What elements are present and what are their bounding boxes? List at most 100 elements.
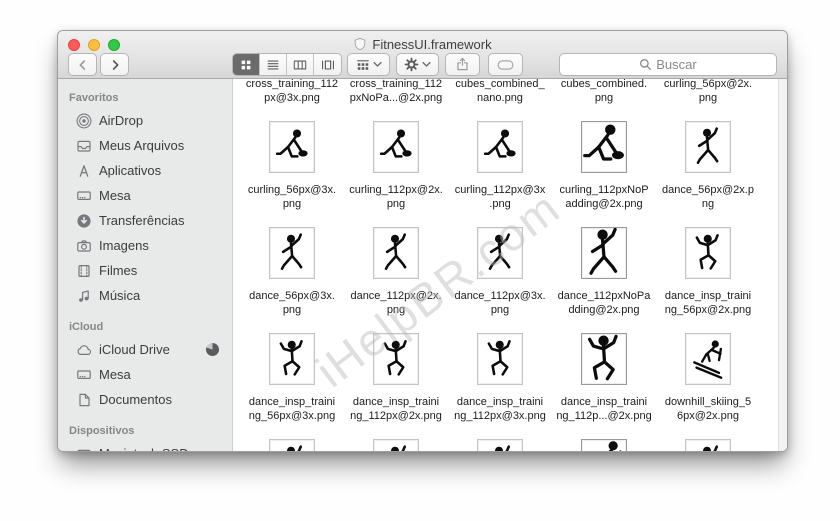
dance-icon <box>276 233 309 273</box>
sidebar-item-label: Transferências <box>99 213 185 228</box>
sidebar-item-transferencias[interactable]: Transferências <box>58 208 232 233</box>
sidebar-item-filmes[interactable]: Filmes <box>58 258 232 283</box>
all-my-files-icon <box>75 137 92 154</box>
chevron-right-icon <box>107 57 123 73</box>
finder-window: FitnessUI.framework Buscar <box>57 30 788 452</box>
search-input[interactable]: Buscar <box>559 53 777 76</box>
file-item[interactable] <box>240 439 344 451</box>
desktop-icon <box>75 187 92 204</box>
file-thumbnail <box>477 333 523 385</box>
file-item[interactable]: dance_56px@3x.png <box>240 227 344 333</box>
list-view-icon <box>266 58 280 72</box>
files-viewport: cross_training_112px@3x.pngcross_trainin… <box>234 79 778 451</box>
search-placeholder: Buscar <box>656 57 696 72</box>
forward-button[interactable] <box>100 53 129 76</box>
sidebar-item-imagens[interactable]: Imagens <box>58 233 232 258</box>
icloud-icon <box>75 341 92 358</box>
sidebar-section-title-dispositivos: Dispositivos <box>58 412 232 441</box>
file-item[interactable]: dance_112pxNoPadding@2x.png <box>552 227 656 333</box>
file-item[interactable]: dance_insp_training_56px@2x.png <box>656 227 760 333</box>
sidebar-item-macintosh-ssd[interactable]: Macintosh SSD <box>58 441 232 451</box>
sidebar-item-icloud-drive[interactable]: iCloud Drive <box>58 337 232 362</box>
group-icon <box>356 58 370 72</box>
coverflow-view-icon <box>321 58 335 72</box>
file-name: curling_112pxNoPadding@2x.png <box>559 183 648 211</box>
view-columns-button[interactable] <box>287 54 314 75</box>
sidebar-section-title-icloud: iCloud <box>58 308 232 337</box>
back-button[interactable] <box>68 53 97 76</box>
file-item[interactable]: curling_56px@3x.png <box>240 121 344 227</box>
sidebar-item-label: Aplicativos <box>99 163 161 178</box>
folder-proxy-icon <box>353 37 367 51</box>
sidebar-item-aplicativos[interactable]: Aplicativos <box>58 158 232 183</box>
file-item[interactable]: dance_112px@3x.png <box>448 227 552 333</box>
group-button[interactable] <box>347 53 390 76</box>
airdrop-icon <box>75 112 92 129</box>
file-item[interactable]: dance_insp_training_112px@2x.png <box>344 333 448 439</box>
skiing-icon <box>692 339 725 379</box>
dance-icon <box>692 127 725 167</box>
curling-icon <box>583 122 626 172</box>
view-grid-button[interactable] <box>233 54 260 75</box>
file-name: dance_56px@3x.png <box>249 289 335 317</box>
file-item[interactable]: dance_56px@2x.png <box>656 121 760 227</box>
file-thumbnail <box>477 439 523 451</box>
file-name: dance_insp_training_112px@2x.png <box>350 395 442 423</box>
file-item[interactable] <box>656 439 760 451</box>
file-item[interactable]: dance_insp_training_56px@3x.png <box>240 333 344 439</box>
chevron-down-icon <box>373 61 382 68</box>
file-thumbnail <box>685 121 731 173</box>
view-list-button[interactable] <box>260 54 287 75</box>
tag-icon <box>497 59 514 71</box>
sidebar-item-mesa[interactable]: Mesa <box>58 183 232 208</box>
file-name: curling_56px@3x.png <box>248 183 336 211</box>
file-item[interactable]: cubes_combined_nano.png <box>448 79 552 121</box>
file-item[interactable]: downhill_skiing_56px@2x.png <box>656 333 760 439</box>
file-item[interactable] <box>344 439 448 451</box>
file-name: dance_insp_training_112px@3x.png <box>454 395 546 423</box>
file-item[interactable]: dance_112px@2x.png <box>344 227 448 333</box>
sidebar-item-musica[interactable]: Música <box>58 283 232 308</box>
window-title: FitnessUI.framework <box>372 37 491 52</box>
file-item[interactable]: curling_112px@2x.png <box>344 121 448 227</box>
sidebar-item-label: Meus Arquivos <box>99 138 184 153</box>
dance-icon <box>692 445 725 451</box>
share-icon <box>455 57 470 72</box>
share-button[interactable] <box>445 53 480 76</box>
file-name: dance_112px@2x.png <box>350 289 441 317</box>
file-item[interactable]: curling_112px@3x.png <box>448 121 552 227</box>
file-item[interactable]: curling_56px@2x.png <box>656 79 760 121</box>
file-name: cubes_combined_nano.png <box>455 79 544 105</box>
file-item[interactable] <box>448 439 552 451</box>
skiing-icon <box>583 440 626 451</box>
file-item[interactable]: dance_insp_training_112px@3x.png <box>448 333 552 439</box>
file-name: curling_112px@2x.png <box>349 183 443 211</box>
file-thumbnail <box>581 121 627 173</box>
vertical-scrollbar[interactable] <box>778 79 787 451</box>
file-item[interactable]: curling_112pxNoPadding@2x.png <box>552 121 656 227</box>
view-coverflow-button[interactable] <box>314 54 341 75</box>
sidebar-item-label: Imagens <box>99 238 149 253</box>
sidebar-item-mesa[interactable]: Mesa <box>58 362 232 387</box>
sidebar-item-label: Mesa <box>99 188 131 203</box>
grid-view-icon <box>239 58 253 72</box>
file-item[interactable] <box>552 439 656 451</box>
file-thumbnail <box>373 227 419 279</box>
file-item[interactable]: cross_training_112px@3x.png <box>240 79 344 121</box>
file-name: cubes_combined.png <box>561 79 647 105</box>
sidebar-item-documentos[interactable]: Documentos <box>58 387 232 412</box>
file-item[interactable]: cubes_combined.png <box>552 79 656 121</box>
file-row: cross_training_112px@3x.pngcross_trainin… <box>240 79 760 121</box>
music-icon <box>75 287 92 304</box>
tag-button[interactable] <box>488 53 523 76</box>
file-name: dance_insp_training_56px@3x.png <box>249 395 335 423</box>
action-menu-button[interactable] <box>396 53 439 76</box>
file-item[interactable]: dance_insp_training_112p...@2x.png <box>552 333 656 439</box>
dance-training-icon <box>484 339 517 379</box>
documents-icon <box>75 391 92 408</box>
file-name: dance_112px@3x.png <box>454 289 545 317</box>
dance-training-icon <box>583 334 626 384</box>
sidebar-item-airdrop[interactable]: AirDrop <box>58 108 232 133</box>
file-item[interactable]: cross_training_112pxNoPa...@2x.png <box>344 79 448 121</box>
sidebar-item-meus-arquivos[interactable]: Meus Arquivos <box>58 133 232 158</box>
